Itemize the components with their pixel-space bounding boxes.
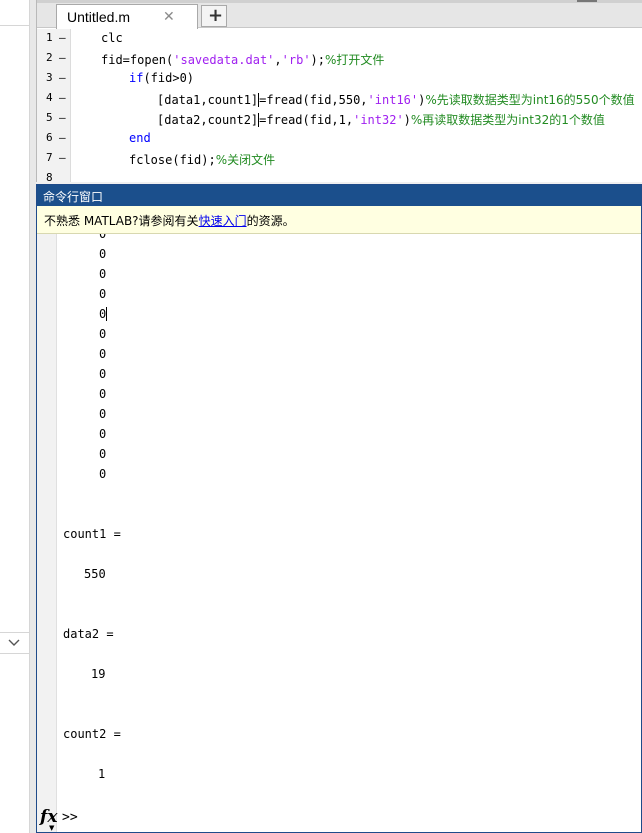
code-token: 'rb' (281, 53, 311, 67)
line-number: 4 (46, 91, 53, 104)
output-line: 0 (99, 427, 107, 441)
breakpoint-marker[interactable]: – (59, 111, 66, 124)
code-editor: Untitled.m ✕ + 1– clc 2– fid=fopen('savedat… (36, 0, 642, 182)
caret-down-icon: ▼ (49, 824, 55, 832)
breakpoint-marker[interactable]: – (59, 151, 66, 164)
code-token: ); (310, 53, 325, 67)
panel-divider (0, 25, 30, 26)
quick-start-link[interactable]: 快速入门 (199, 214, 247, 228)
output-line: 0 (99, 234, 107, 241)
line-number: 2 (46, 51, 53, 64)
line-number: 7 (46, 151, 53, 164)
scroll-marker (577, 0, 597, 2)
close-icon[interactable]: ✕ (163, 9, 175, 25)
line-number: 6 (46, 131, 53, 144)
getting-started-notice: 不熟悉 MATLAB?请参阅有关快速入门的资源。 (37, 206, 641, 234)
line-number: 3 (46, 71, 53, 84)
code-line[interactable]: 4– [data1,count1]=fread(fid,550,'int16')%… (37, 89, 642, 109)
code-token: if (129, 71, 144, 85)
code-token: %再读取数据类型为int32的1个数值 (410, 113, 605, 127)
code-token: fread(fid,550, (266, 93, 368, 107)
code-line[interactable]: 5– [data2,count2]=fread(fid,1,'int32')%再读… (37, 109, 642, 129)
output-line: 550 (84, 567, 106, 581)
output-line: 0 (99, 267, 107, 281)
breakpoint-marker[interactable]: – (59, 31, 66, 44)
code-token: , (274, 53, 282, 67)
code-token: clc (101, 31, 123, 45)
output-line: count2 = (63, 727, 121, 741)
line-number: 5 (46, 111, 53, 124)
output-line: data2 = (63, 627, 114, 641)
command-prompt-row[interactable]: fx ▼ >> (37, 804, 641, 832)
text-cursor: 0 (99, 307, 108, 321)
code-token: ) (403, 113, 411, 127)
tab-label: Untitled.m (67, 9, 131, 25)
output-line: 0 (99, 367, 107, 381)
output-line: 19 (91, 667, 106, 681)
notice-text: 不熟悉 MATLAB?请参阅有关快速入门的资源。 (44, 212, 295, 229)
output-line: 0 (99, 327, 107, 341)
output-line: 0 (99, 447, 107, 461)
output-line: 0 (99, 407, 107, 421)
code-token: fid=fopen( (101, 53, 174, 67)
code-token: 'int32' (353, 113, 404, 127)
output-line: 1 (98, 767, 106, 781)
code-text: end (129, 131, 151, 145)
tab-bar-top-line (37, 0, 642, 3)
output-line: count1 = (63, 527, 121, 541)
code-token: fclose(fid); (129, 153, 216, 167)
code-line[interactable]: 1– clc (37, 29, 642, 49)
code-text: if(fid>0) (129, 71, 194, 85)
output-line: 0 (99, 347, 107, 361)
code-text: [data1,count1]=fread(fid,550,'int16')%先读… (157, 91, 635, 108)
code-token: %关闭文件 (215, 153, 276, 167)
code-token: %打开文件 (325, 53, 385, 67)
code-line[interactable]: 8 (37, 169, 642, 182)
code-token: 'savedata.dat' (173, 53, 275, 67)
code-token: 'int16' (367, 93, 419, 107)
code-token: %先读取数据类型为int16的550个数值 (425, 93, 635, 107)
code-line[interactable]: 2– fid=fopen('savedata.dat','rb');%打开文件 (37, 49, 642, 69)
output-line: 0 (99, 467, 107, 481)
code-line[interactable]: 3– if(fid>0) (37, 69, 642, 89)
command-prompt: >> (62, 810, 78, 825)
code-token: (fid>0) (143, 71, 195, 85)
code-area[interactable]: 1– clc 2– fid=fopen('savedata.dat','rb');%打… (37, 29, 642, 182)
add-tab-button[interactable]: + (201, 5, 227, 27)
output-line: 0 (99, 287, 107, 301)
panel-collapse-toggle[interactable] (0, 632, 30, 654)
output-line: 0 (99, 307, 108, 321)
code-line[interactable]: 7– fclose(fid);%关闭文件 (37, 149, 642, 169)
code-token: [data1,count1] (157, 93, 259, 107)
line-number: 1 (46, 31, 53, 44)
command-window: 命令行窗口 不熟悉 MATLAB?请参阅有关快速入门的资源。 000000000… (36, 184, 642, 833)
code-text: clc (101, 31, 123, 45)
breakpoint-marker[interactable]: – (59, 131, 66, 144)
code-text: [data2,count2]=fread(fid,1,'int32')%再读取数… (157, 111, 605, 128)
breakpoint-marker[interactable]: – (59, 71, 66, 84)
command-output[interactable]: 0 0 0 0 0 0 0 0 0 0 0 0 0 count1 = 550 data2 = 19 count2 … (37, 234, 641, 804)
command-window-title: 命令行窗口 (43, 190, 104, 204)
plus-icon: + (208, 5, 224, 26)
code-text: fid=fopen('savedata.dat','rb');%打开文件 (101, 51, 384, 68)
line-number: 8 (46, 171, 53, 182)
code-token: end (129, 131, 151, 145)
output-line: 0 (99, 387, 107, 401)
left-panel-strip (0, 0, 30, 833)
notice-suffix: 的资源。 (246, 214, 295, 228)
breakpoint-marker[interactable]: – (59, 51, 66, 64)
chevron-down-icon (8, 639, 20, 646)
code-line[interactable]: 6– end (37, 129, 642, 149)
notice-prefix: 不熟悉 MATLAB?请参阅有关 (44, 214, 199, 228)
output-line: 0 (99, 247, 107, 261)
command-window-header[interactable]: 命令行窗口 (37, 185, 641, 206)
tab-untitled-m[interactable]: Untitled.m ✕ (56, 4, 198, 29)
code-token: [data2,count2] (157, 113, 259, 127)
code-text: fclose(fid);%关闭文件 (129, 151, 275, 168)
editor-tab-bar: Untitled.m ✕ + (37, 0, 642, 29)
breakpoint-marker[interactable]: – (59, 91, 66, 104)
code-token: fread(fid,1, (266, 113, 354, 127)
